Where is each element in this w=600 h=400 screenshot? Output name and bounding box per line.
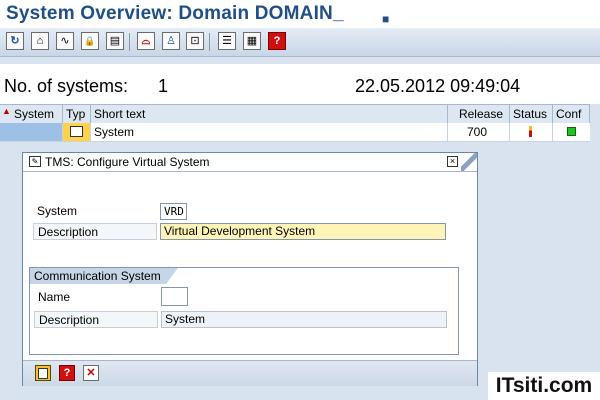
table-icon: ▦ [246, 34, 258, 47]
status-indicator-icon [529, 126, 532, 137]
column-header-conf[interactable]: Conf [553, 105, 590, 123]
page-title: System Overview: Domain DOMAIN_ [6, 3, 344, 24]
hat-icon: ⌓ [141, 34, 151, 47]
table-row[interactable]: System 700 [0, 123, 590, 142]
help-icon: ? [273, 34, 281, 47]
description-field[interactable]: Virtual Development System [160, 223, 446, 240]
details-icon: ☰ [222, 34, 232, 47]
lock-button[interactable]: 🔒 [81, 32, 99, 50]
title-bar: System Overview: Domain DOMAIN_ ■ [0, 0, 600, 28]
display-icon: ▤ [109, 34, 121, 47]
user-button[interactable]: ♙ [162, 32, 180, 50]
system-field[interactable]: VRD [160, 203, 187, 220]
virtual-system-button[interactable]: ⊡ [186, 32, 204, 50]
systems-table-header: ▲ System Typ Short text Release Status C… [0, 104, 590, 124]
configure-virtual-system-dialog: ✎ TMS: Configure Virtual System × System… [22, 152, 478, 386]
green-status-icon [567, 127, 576, 136]
group-tab: Communication System [30, 268, 178, 284]
sort-indicator-icon: ▲ [2, 106, 11, 116]
release-cell: 700 [448, 123, 510, 141]
title-decoration: ■ [382, 12, 390, 26]
dialog-title-decoration [461, 153, 477, 171]
save-icon [38, 367, 48, 379]
name-field[interactable] [161, 287, 188, 306]
comm-description-label: Description [34, 311, 158, 328]
name-label: Name [38, 290, 71, 304]
dialog-title-bar[interactable]: ✎ TMS: Configure Virtual System × [23, 153, 477, 172]
refresh-icon: ↻ [10, 34, 20, 47]
system-button[interactable]: ⌂ [31, 32, 49, 50]
system-summary: No. of systems: 1 22.05.2012 09:49:04 [0, 64, 600, 104]
comm-description-field[interactable]: System [161, 311, 447, 328]
dialog-title: TMS: Configure Virtual System [45, 155, 210, 169]
group-title: Communication System [34, 269, 161, 283]
dialog-edit-icon: ✎ [29, 156, 41, 167]
close-icon[interactable]: × [447, 156, 458, 167]
dialog-footer: ? ✕ [23, 360, 477, 386]
system-cell[interactable] [0, 123, 63, 141]
help-icon: ? [63, 366, 71, 379]
toolbar-separator [209, 33, 210, 51]
column-header-release[interactable]: Release [448, 105, 510, 123]
table-button[interactable]: ▦ [243, 32, 261, 50]
toolbar-separator [129, 33, 130, 51]
column-header-short-text[interactable]: Short text [91, 105, 448, 123]
dialog-body: System VRD Description Virtual Developme… [23, 172, 477, 360]
virtual-system-icon: ⊡ [190, 34, 200, 47]
transport-route-button[interactable]: ∿ [56, 32, 74, 50]
conf-cell[interactable] [553, 123, 590, 141]
systems-count-label: No. of systems: [4, 76, 129, 96]
details-button[interactable]: ☰ [218, 32, 236, 50]
type-cell[interactable] [63, 123, 91, 141]
column-header-type[interactable]: Typ [63, 105, 91, 123]
systems-count-value: 1 [158, 76, 169, 96]
save-button[interactable] [35, 365, 51, 381]
lock-icon: 🔒 [84, 35, 96, 46]
system-icon: ⌂ [36, 34, 44, 47]
user-icon: ♙ [166, 34, 176, 47]
system-label: System [37, 204, 78, 218]
display-button[interactable]: ▤ [106, 32, 124, 50]
column-header-status[interactable]: Status [510, 105, 553, 123]
application-toolbar: ↻ ⌂ ∿ 🔒 ▤ ⌓ ♙ ⊡ ☰ ▦ ? [0, 28, 600, 57]
description-label: Description [33, 223, 157, 240]
refresh-button[interactable]: ↻ [6, 32, 24, 50]
transport-route-icon: ∿ [60, 34, 70, 47]
communication-system-group: Communication System Name Description Sy… [29, 267, 459, 355]
short-text-cell: System [91, 123, 448, 141]
watermark: ITsiti.com [488, 372, 600, 400]
cancel-icon: ✕ [86, 366, 96, 379]
timestamp: 22.05.2012 09:49:04 [355, 76, 521, 96]
virtual-system-icon [70, 126, 83, 137]
help-button[interactable]: ? [59, 365, 75, 381]
cancel-button[interactable]: ✕ [83, 365, 99, 381]
status-cell[interactable] [510, 123, 553, 141]
help-button[interactable]: ? [268, 32, 286, 50]
column-header-system[interactable]: ▲ System [0, 105, 63, 123]
hat-button[interactable]: ⌓ [137, 32, 155, 50]
